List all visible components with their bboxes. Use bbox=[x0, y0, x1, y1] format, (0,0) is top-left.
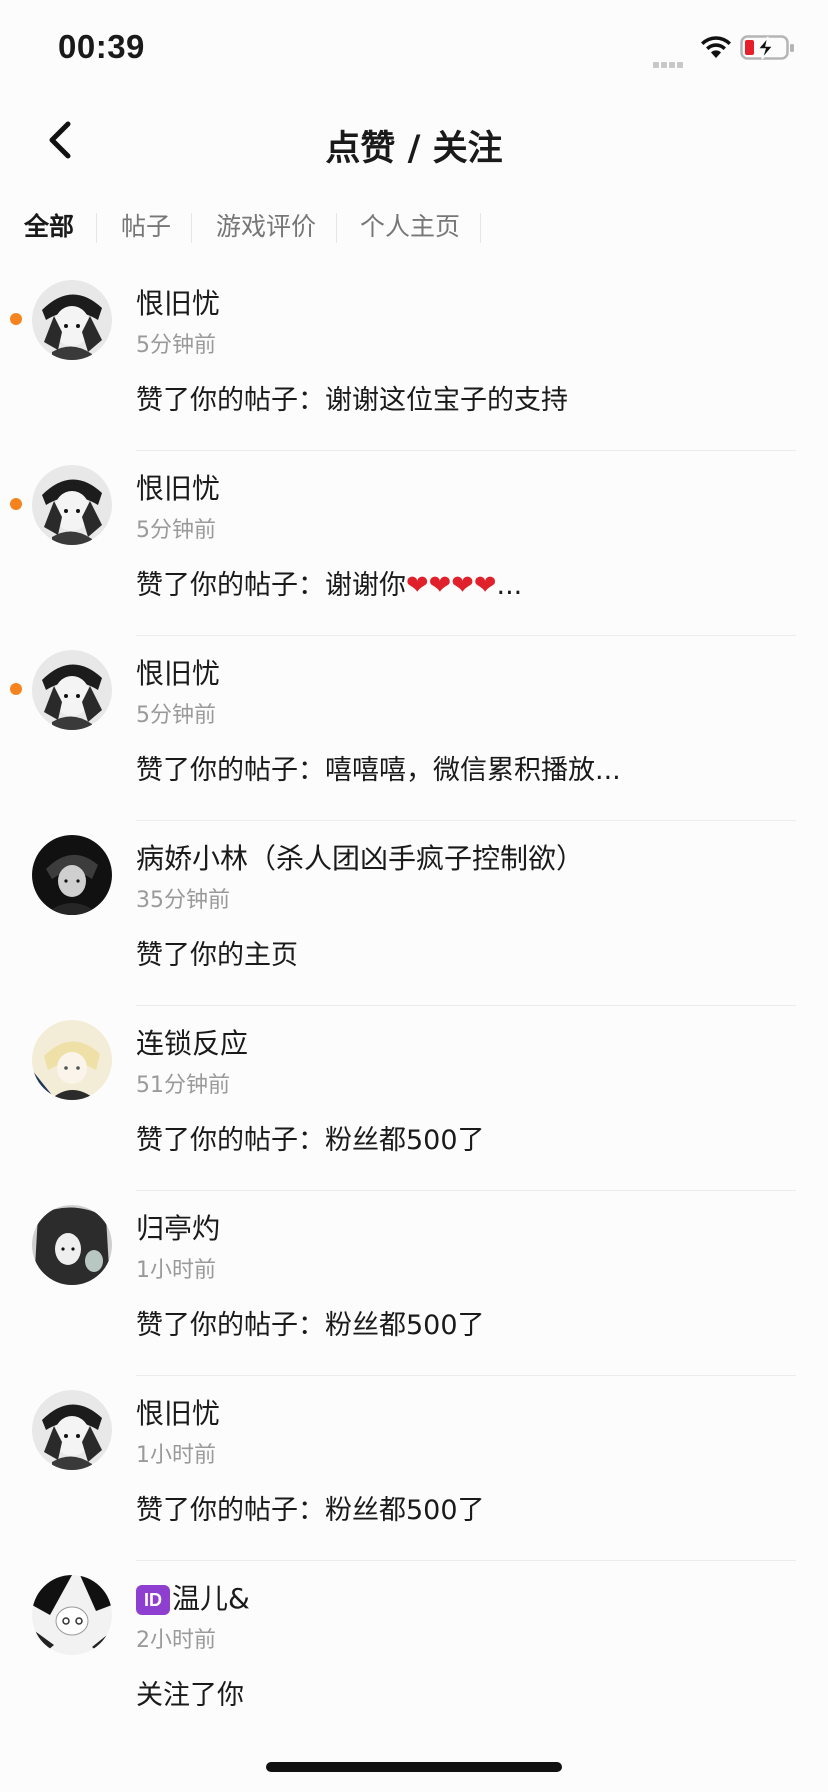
battery-charging-icon bbox=[740, 34, 796, 66]
avatar[interactable] bbox=[32, 1575, 112, 1655]
action-text: 赞了你的主页 bbox=[136, 940, 298, 971]
tab-divider bbox=[336, 213, 337, 243]
tab-divider bbox=[480, 213, 481, 243]
list-item[interactable]: 归亭灼 1小时前 赞了你的帖子：粉丝都500了 bbox=[0, 1191, 828, 1376]
tab-divider bbox=[96, 213, 97, 243]
avatar[interactable] bbox=[32, 1390, 112, 1470]
list-item[interactable]: 病娇小林（杀人团凶手疯子控制欲） 35分钟前 赞了你的主页 bbox=[0, 821, 828, 1006]
list-item[interactable]: 恨旧忧 1小时前 赞了你的帖子：粉丝都500了 bbox=[0, 1376, 828, 1561]
avatar[interactable] bbox=[32, 650, 112, 730]
user-name[interactable]: 连锁反应 bbox=[136, 1022, 248, 1062]
list-item[interactable]: 恨旧忧 5分钟前 赞了你的帖子：谢谢这位宝子的支持 bbox=[0, 266, 828, 451]
status-bar: 00:39 bbox=[0, 0, 828, 100]
action-text: 赞了你的帖子：粉丝都500了 bbox=[136, 1495, 485, 1526]
avatar[interactable] bbox=[32, 1020, 112, 1100]
avatar[interactable] bbox=[32, 835, 112, 915]
timestamp: 2小时前 bbox=[136, 1628, 216, 1653]
id-badge-icon: ID bbox=[136, 1585, 170, 1615]
action-text: 赞了你的帖子：嘻嘻嘻，微信累积播放... bbox=[136, 755, 621, 786]
unread-dot bbox=[10, 498, 22, 510]
home-indicator bbox=[266, 1762, 562, 1772]
timestamp: 5分钟前 bbox=[136, 703, 216, 728]
cellular-signal-icon bbox=[653, 53, 685, 72]
nav-bar: 点赞 / 关注 bbox=[0, 100, 828, 180]
wifi-icon bbox=[700, 36, 732, 64]
avatar[interactable] bbox=[32, 465, 112, 545]
tab-posts[interactable]: 帖子 bbox=[121, 205, 171, 249]
page-title: 点赞 / 关注 bbox=[325, 129, 503, 169]
list-item[interactable]: 连锁反应 51分钟前 赞了你的帖子：粉丝都500了 bbox=[0, 1006, 828, 1191]
timestamp: 5分钟前 bbox=[136, 333, 216, 358]
list-item[interactable]: ID 温儿& 2小时前 关注了你 bbox=[0, 1561, 828, 1746]
user-name[interactable]: ID 温儿& bbox=[136, 1577, 250, 1617]
avatar[interactable] bbox=[32, 280, 112, 360]
timestamp: 51分钟前 bbox=[136, 1073, 230, 1098]
user-name[interactable]: 恨旧忧 bbox=[136, 652, 220, 692]
action-text-ellipsis: ... bbox=[496, 570, 523, 601]
filter-tabs: 全部 帖子 游戏评价 个人主页 bbox=[0, 205, 828, 249]
user-name[interactable]: 病娇小林（杀人团凶手疯子控制欲） bbox=[136, 837, 584, 877]
action-text: 赞了你的帖子：粉丝都500了 bbox=[136, 1125, 485, 1156]
unread-dot bbox=[10, 683, 22, 695]
action-text: 赞了你的帖子：谢谢这位宝子的支持 bbox=[136, 385, 568, 416]
action-text-prefix: 赞了你的帖子：谢谢你 bbox=[136, 570, 406, 601]
tab-divider bbox=[191, 213, 192, 243]
user-name[interactable]: 归亭灼 bbox=[136, 1207, 220, 1247]
tab-profile[interactable]: 个人主页 bbox=[360, 205, 460, 249]
tab-game-reviews[interactable]: 游戏评价 bbox=[216, 205, 316, 249]
action-text: 关注了你 bbox=[136, 1680, 244, 1711]
list-item[interactable]: 恨旧忧 5分钟前 赞了你的帖子：谢谢你❤❤❤❤... bbox=[0, 451, 828, 636]
tab-all[interactable]: 全部 bbox=[24, 205, 74, 249]
user-name[interactable]: 恨旧忧 bbox=[136, 1392, 220, 1432]
action-text: 赞了你的帖子：谢谢你❤❤❤❤... bbox=[136, 563, 522, 602]
heart-emoji-icon: ❤❤❤❤ bbox=[406, 570, 497, 601]
notification-list: 恨旧忧 5分钟前 赞了你的帖子：谢谢这位宝子的支持 恨旧忧 5分钟前 赞了你的帖… bbox=[0, 266, 828, 1746]
list-item[interactable]: 恨旧忧 5分钟前 赞了你的帖子：嘻嘻嘻，微信累积播放... bbox=[0, 636, 828, 821]
timestamp: 1小时前 bbox=[136, 1258, 216, 1283]
user-name-text: 温儿& bbox=[172, 1582, 250, 1615]
avatar[interactable] bbox=[32, 1205, 112, 1285]
action-text: 赞了你的帖子：粉丝都500了 bbox=[136, 1310, 485, 1341]
timestamp: 1小时前 bbox=[136, 1443, 216, 1468]
user-name[interactable]: 恨旧忧 bbox=[136, 467, 220, 507]
timestamp: 5分钟前 bbox=[136, 518, 216, 543]
status-time: 00:39 bbox=[58, 28, 145, 65]
user-name[interactable]: 恨旧忧 bbox=[136, 282, 220, 322]
timestamp: 35分钟前 bbox=[136, 888, 230, 913]
unread-dot bbox=[10, 313, 22, 325]
